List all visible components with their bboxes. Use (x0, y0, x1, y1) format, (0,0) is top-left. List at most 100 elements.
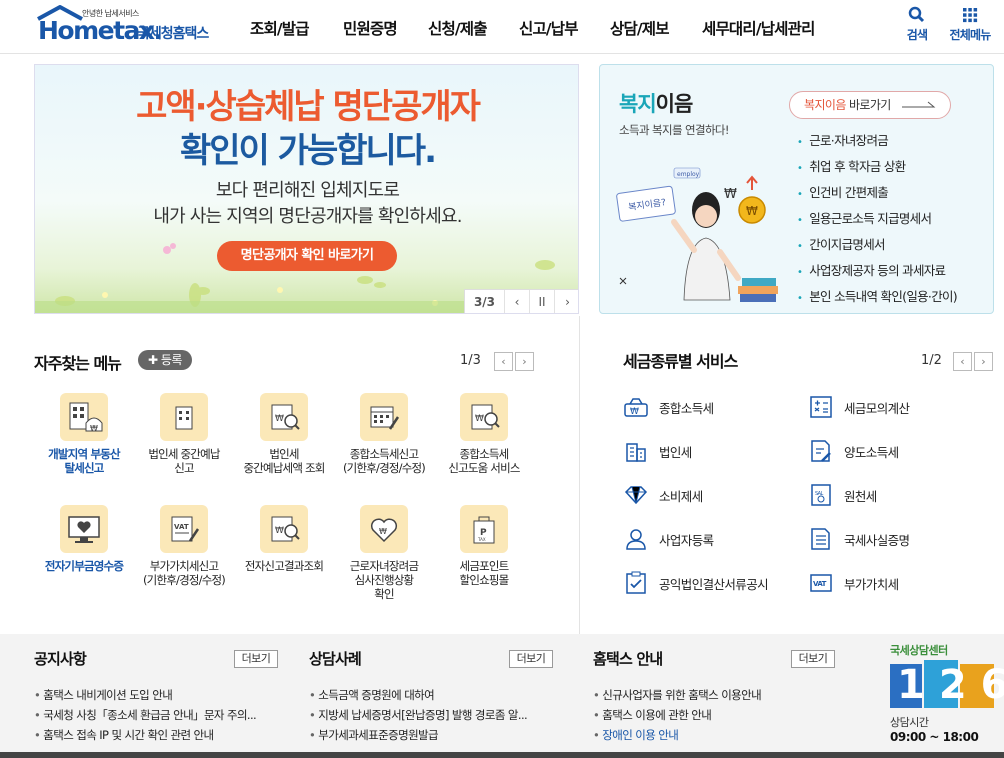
fav-item-corp-interim-report[interactable]: 법인세 중간예납 신고 (131, 393, 237, 475)
welfare-item[interactable]: 본인 소득내역 확인(일용·간이) (797, 285, 957, 311)
grid-menu-icon (963, 8, 978, 23)
tax-item-consumption-tax[interactable]: 소비제세 (623, 482, 703, 508)
tax-item-label: 원천세 (844, 488, 877, 504)
cases-more-button[interactable]: 더보기 (509, 650, 553, 668)
building-icon (626, 443, 646, 462)
favorites-register-button[interactable]: ✚ 등록 (138, 350, 192, 370)
search-icon (908, 6, 925, 23)
bottom-bar (0, 752, 1004, 758)
tax-point-bag-icon: P TAX (460, 505, 508, 553)
fav-item-dev-area-report[interactable]: ₩ 개발지역 부동산 탈세신고 (31, 393, 137, 475)
svg-text:₩: ₩ (275, 526, 284, 536)
nav-certificates[interactable]: 민원증명 (343, 17, 398, 39)
banner-counter: 3/3 (465, 290, 505, 313)
fav-item-income-tax-help[interactable]: ₩ 종합소득세 신고도움 서비스 (431, 393, 537, 475)
svg-text:₩: ₩ (475, 414, 484, 424)
diamond-icon (624, 486, 648, 505)
notice-item[interactable]: 홈택스 접속 IP 및 시간 확인 관련 안내 (34, 725, 278, 745)
welfare-list: 근로·자녀장려금 취업 후 학자금 상환 인건비 간편제출 일용근로소득 지급명… (797, 129, 957, 311)
welfare-item[interactable]: 인건비 간편제출 (797, 181, 957, 207)
banner-cta-button[interactable]: 명단공개자 확인 바로가기 (217, 241, 397, 271)
notice-item[interactable]: 홈택스 내비게이션 도입 안내 (34, 685, 278, 705)
favorites-next-button[interactable]: › (515, 352, 534, 371)
banner-pause-button[interactable]: II (530, 290, 555, 313)
notice-item[interactable]: 국세청 사칭「종소세 환급금 안내」문자 주의... (34, 705, 278, 725)
tax-item-label: 국세사실증명 (844, 532, 910, 548)
tax-item-public-interest-disclosure[interactable]: 공익법인결산서류공시 (623, 570, 769, 596)
tax-item-capital-gains-tax[interactable]: 양도소득세 (808, 438, 899, 464)
heart-money-icon: ₩ (360, 505, 408, 553)
fav-item-label: 개발지역 부동산 탈세신고 (48, 447, 120, 475)
nav-consult[interactable]: 상담/제보 (610, 17, 669, 39)
welfare-subtitle: 소득과 복지를 연결하다! (619, 123, 730, 137)
welfare-item[interactable]: 취업 후 학자금 상환 (797, 155, 957, 181)
svg-text:₩: ₩ (746, 204, 758, 218)
fav-item-donation-receipt[interactable]: 전자기부금영수증 (31, 505, 137, 573)
welfare-art-tag: employ (677, 171, 700, 178)
notices-section: 공지사항 더보기 홈택스 내비게이션 도입 안내 국세청 사칭「종소세 환급금 … (34, 648, 278, 745)
tax-item-label: 소비제세 (659, 488, 703, 504)
all-menu-label: 전체메뉴 (949, 28, 992, 42)
document-edit-icon (811, 440, 831, 462)
svg-text:₩: ₩ (275, 414, 284, 424)
all-menu-button[interactable]: 전체메뉴 (944, 6, 996, 43)
guide-more-button[interactable]: 더보기 (791, 650, 835, 668)
nav-apply[interactable]: 신청/제출 (428, 17, 487, 39)
case-item[interactable]: 소득금액 증명원에 대하여 (309, 685, 553, 705)
document-search-icon: ₩ (260, 393, 308, 441)
fav-item-label: 전자신고결과조회 (244, 559, 324, 573)
guide-item[interactable]: 신규사업자를 위한 홈택스 이용안내 (593, 685, 837, 705)
banner-desc-line2: 내가 사는 지역의 명단공개자를 확인하세요. (153, 206, 462, 227)
case-item[interactable]: 부가세과세표준증명원발급 (309, 725, 553, 745)
welfare-go-button[interactable]: 복지이음 바로가기 (789, 91, 951, 119)
fav-item-earned-income-credit[interactable]: ₩ 근로자녀장려금 심사진행상황 확인 (331, 505, 437, 601)
clipboard-check-icon (626, 571, 646, 594)
welfare-woman-illustration: 복지이음? employ ₩ ₩ (616, 167, 778, 302)
fav-item-label: 종합소득세신고 (기한후/경정/수정) (343, 447, 426, 475)
guide-item[interactable]: 홈택스 이용에 관한 안내 (593, 705, 837, 725)
welfare-title-highlight: 복지 (619, 92, 657, 116)
guide-item[interactable]: 장애인 이용 안내 (593, 725, 837, 745)
calendar-pen-icon (360, 393, 408, 441)
nav-agent[interactable]: 세무대리/납세관리 (702, 17, 815, 39)
fav-item-label: 근로자녀장려금 심사진행상황 확인 (349, 559, 419, 601)
tax-services-prev-button[interactable]: ‹ (953, 352, 972, 371)
banner-prev-button[interactable]: ‹ (505, 290, 530, 313)
tax-item-business-registration[interactable]: 사업자등록 (623, 526, 714, 552)
fav-item-label: 부가가치세신고 (기한후/경정/수정) (143, 559, 226, 587)
nav-report-pay[interactable]: 신고/납부 (519, 17, 578, 39)
search-button[interactable]: 검색 (902, 6, 932, 43)
svg-text:₩: ₩ (724, 187, 737, 202)
tax-item-corporate-tax[interactable]: 법인세 (623, 438, 692, 464)
nav-inquiry[interactable]: 조회/발급 (250, 17, 309, 39)
hometax-logo[interactable]: 안녕한 납세서비스 Hometax. 국세청홈택스 (34, 5, 224, 49)
favorites-page-indicator: 1/3 (460, 353, 481, 368)
banner-title-line1: 고액·상습체납 명단공개자 (136, 87, 481, 127)
welfare-item[interactable]: 일용근로소득 지급명세서 (797, 207, 957, 233)
fav-item-vat-report[interactable]: VAT 부가가치세신고 (기한후/경정/수정) (131, 505, 237, 587)
fav-item-income-tax-report[interactable]: 종합소득세신고 (기한후/경정/수정) (331, 393, 437, 475)
fav-item-tax-point-mall[interactable]: P TAX 세금포인트 할인쇼핑몰 (431, 505, 537, 587)
fav-item-label: 법인세 중간예납 신고 (148, 447, 220, 475)
favorites-prev-button[interactable]: ‹ (494, 352, 513, 371)
tax-item-tax-simulation[interactable]: 세금모의계산 (808, 394, 910, 420)
notices-more-button[interactable]: 더보기 (234, 650, 278, 668)
building-icon (160, 393, 208, 441)
fav-item-efile-result[interactable]: ₩ 전자신고결과조회 (231, 505, 337, 573)
welfare-item[interactable]: 간이지급명세서 (797, 233, 957, 259)
tax-item-withholding-tax[interactable]: SAL 원천세 (808, 482, 877, 508)
tax-services-next-button[interactable]: › (974, 352, 993, 371)
fav-item-corp-interim-inquiry[interactable]: ₩ 법인세 중간예납세액 조회 (231, 393, 337, 475)
main-banner[interactable]: 고액·상습체납 명단공개자 확인이 가능합니다. 보다 편리해진 입체지도로 내… (34, 64, 579, 314)
svg-text:₩: ₩ (379, 527, 387, 536)
tax-item-label: 법인세 (659, 444, 692, 460)
tax-item-income-tax[interactable]: ₩ 종합소득세 (623, 394, 714, 420)
salary-statement-icon: SAL (811, 484, 831, 506)
welfare-item[interactable]: 사업장제공자 등의 과세자료 (797, 259, 957, 285)
case-item[interactable]: 지방세 납세증명서[완납증명] 발행 경로좀 알... (309, 705, 553, 725)
arrow-right-icon (902, 101, 936, 108)
tax-item-vat[interactable]: VAT 부가가치세 (808, 570, 899, 596)
tax-item-tax-certificate[interactable]: 국세사실증명 (808, 526, 910, 552)
banner-next-button[interactable]: › (555, 290, 578, 313)
welfare-item[interactable]: 근로·자녀장려금 (797, 129, 957, 155)
